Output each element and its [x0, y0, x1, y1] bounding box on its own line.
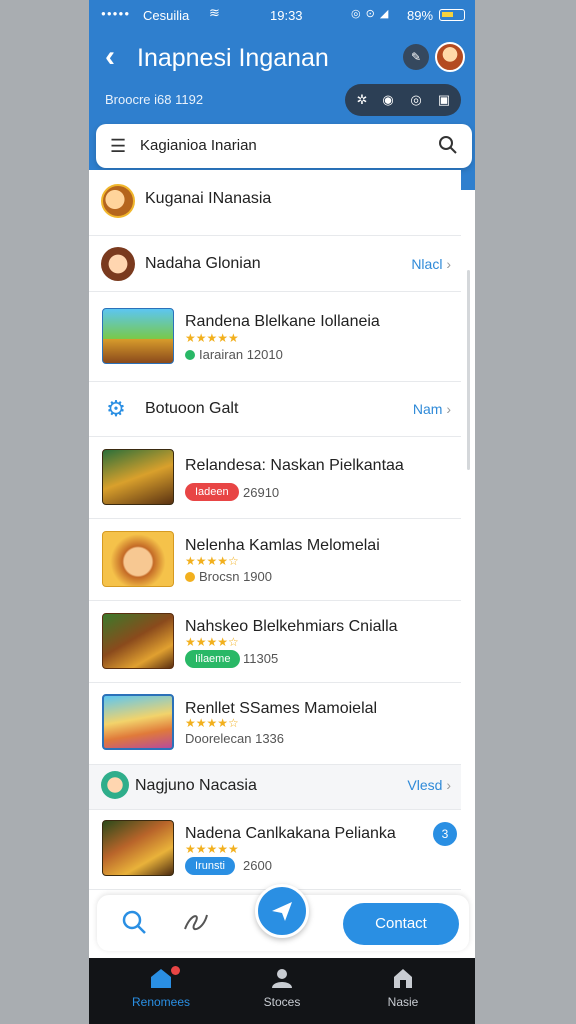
- link-icon[interactable]: [181, 909, 211, 935]
- square-icon[interactable]: ▣: [435, 91, 453, 109]
- section-title: Botuoon Galt: [145, 400, 239, 417]
- status-icons: ◎ ⊙ ◢: [351, 8, 390, 20]
- house-icon: [394, 969, 412, 988]
- page-title: Inapnesi Inganan: [137, 44, 329, 72]
- nav-item-stores[interactable]: Stoces: [232, 958, 332, 1024]
- section-action-link[interactable]: Vlesd ›: [407, 777, 451, 793]
- status-dot-icon: [185, 350, 195, 360]
- search-input[interactable]: Kagianioa Inarian: [140, 137, 257, 154]
- notification-dot: [171, 966, 180, 975]
- status-badge: Iadeen: [185, 483, 239, 501]
- rating-stars: ★★★★☆: [185, 554, 239, 568]
- section-header-2[interactable]: ⚙ Botuoon Galt Nam ›: [89, 382, 461, 437]
- rating-stars: ★★★★☆: [185, 716, 239, 730]
- list-item[interactable]: Nadena Canlkakana Pelianka ★★★★★ Irunsti…: [89, 810, 461, 890]
- search-bar[interactable]: ☰ Kagianioa Inarian: [96, 124, 472, 168]
- battery-icon: [439, 9, 465, 21]
- section-action-link[interactable]: Nam ›: [413, 401, 451, 417]
- share-icon[interactable]: ✲: [353, 91, 371, 109]
- app-thumbnail: [102, 613, 174, 669]
- status-bar: ●●●●● Cesuilia ≋ 19:33 ◎ ⊙ ◢ 89%: [89, 0, 475, 30]
- section-title: Nadaha Glonian: [145, 255, 261, 272]
- chevron-right-icon: ›: [446, 777, 451, 793]
- profile-avatar[interactable]: [435, 42, 465, 72]
- carrier-name: Cesuilia: [143, 8, 190, 23]
- app-thumbnail: [102, 820, 174, 876]
- app-meta: 11305: [243, 651, 279, 666]
- rating-stars: ★★★★★: [185, 842, 239, 856]
- rating-stars: ★★★★★: [185, 331, 239, 345]
- section-action-label: Nlacl: [411, 256, 443, 272]
- app-name: Relandesa: Naskan Pielkantaa: [185, 457, 404, 474]
- section-avatar: [101, 771, 129, 799]
- nav-label: Stoces: [263, 995, 301, 1009]
- list-item[interactable]: Renllet SSames Mamoielal ★★★★☆ Dooreleca…: [89, 683, 461, 765]
- group-avatar: [101, 184, 135, 218]
- app-name: Randena Blelkane Iollaneia: [185, 313, 380, 330]
- nav-label: Renomees: [131, 995, 191, 1009]
- people-icon: [272, 969, 292, 988]
- section-action-label: Vlesd: [407, 777, 443, 793]
- clock: 19:33: [270, 8, 303, 23]
- list-item[interactable]: Randena Blelkane Iollaneia ★★★★★ Iaraira…: [89, 292, 461, 382]
- nav-item-home[interactable]: Renomees: [111, 958, 211, 1024]
- chevron-right-icon: ›: [446, 256, 451, 272]
- app-meta: 2600: [243, 858, 272, 873]
- send-icon: [272, 902, 292, 921]
- location-icon[interactable]: ◉: [379, 91, 397, 109]
- section-action-label: Nam: [412, 401, 443, 417]
- menu-icon[interactable]: ☰: [110, 136, 126, 157]
- home-icon: [151, 969, 171, 988]
- section-title: Kuganai INanasia: [145, 190, 272, 207]
- section-title: Nagjuno Nacasia: [135, 777, 257, 794]
- chevron-right-icon: ›: [446, 401, 451, 417]
- app-thumbnail: [102, 694, 174, 750]
- app-meta: Brocsn 1900: [185, 569, 272, 584]
- scrollbar[interactable]: [467, 270, 470, 470]
- section-header-3[interactable]: Nagjuno Nacasia Vlesd ›: [89, 765, 461, 810]
- list-item[interactable]: Nelenha Kamlas Melomelai ★★★★☆ Brocsn 19…: [89, 519, 461, 601]
- contact-button[interactable]: Contact: [343, 903, 459, 945]
- notification-count-badge: 3: [433, 822, 457, 846]
- app-name: Nadena Canlkakana Pelianka: [185, 825, 396, 842]
- app-meta: Iarairan 12010: [185, 347, 283, 362]
- list-item[interactable]: Relandesa: Naskan Pielkantaa Iadeen 2691…: [89, 437, 461, 519]
- status-badge: Irunsti: [185, 857, 235, 875]
- rating-stars: ★★★★☆: [185, 635, 239, 649]
- battery-percent: 89%: [407, 8, 434, 23]
- app-meta: Doorelecan 1336: [185, 731, 285, 746]
- page-subtitle: Broocre i68 1192: [105, 92, 204, 107]
- back-arrow-icon[interactable]: ‹: [105, 40, 115, 74]
- app-thumbnail: [102, 531, 174, 587]
- app-meta-text: Iarairan 12010: [199, 347, 283, 362]
- signal-dots-icon: ●●●●●: [101, 9, 131, 18]
- app-meta: 26910: [243, 485, 280, 500]
- search-icon[interactable]: [121, 909, 147, 935]
- app-name: Nahskeo Blelkehmiars Cnialla: [185, 618, 398, 635]
- search-icon[interactable]: [438, 135, 458, 155]
- app-thumbnail: [102, 449, 174, 505]
- top-section-header[interactable]: Kuganai INanasia: [89, 170, 461, 236]
- nav-label: Nasie: [387, 995, 419, 1009]
- status-badge: Iilaeme: [185, 650, 241, 668]
- wifi-icon: ≋: [209, 5, 220, 20]
- section-header-1[interactable]: Nadaha Glonian Nlacl ›: [89, 237, 461, 292]
- bottom-nav: Renomees Stoces Nasie: [89, 958, 475, 1024]
- compose-fab-button[interactable]: [255, 884, 309, 938]
- app-name: Nelenha Kamlas Melomelai: [185, 537, 380, 554]
- list-item[interactable]: Nahskeo Blelkehmiars Cnialla ★★★★☆ Iilae…: [89, 601, 461, 683]
- app-meta-text: Brocsn 1900: [199, 569, 272, 584]
- nav-item-more[interactable]: Nasie: [353, 958, 453, 1024]
- settings-gear-icon: ⚙: [101, 394, 131, 424]
- record-icon[interactable]: ◎: [407, 91, 425, 109]
- section-action-link[interactable]: Nlacl ›: [411, 256, 451, 272]
- header-actions-pill: ✲ ◉ ◎ ▣: [345, 84, 461, 116]
- status-dot-icon: [185, 572, 195, 582]
- section-avatar: [101, 247, 135, 281]
- edit-icon[interactable]: ✎: [403, 44, 429, 70]
- phone-screen: ●●●●● Cesuilia ≋ 19:33 ◎ ⊙ ◢ 89% ‹ Inapn…: [89, 0, 475, 1024]
- app-thumbnail: [102, 308, 174, 364]
